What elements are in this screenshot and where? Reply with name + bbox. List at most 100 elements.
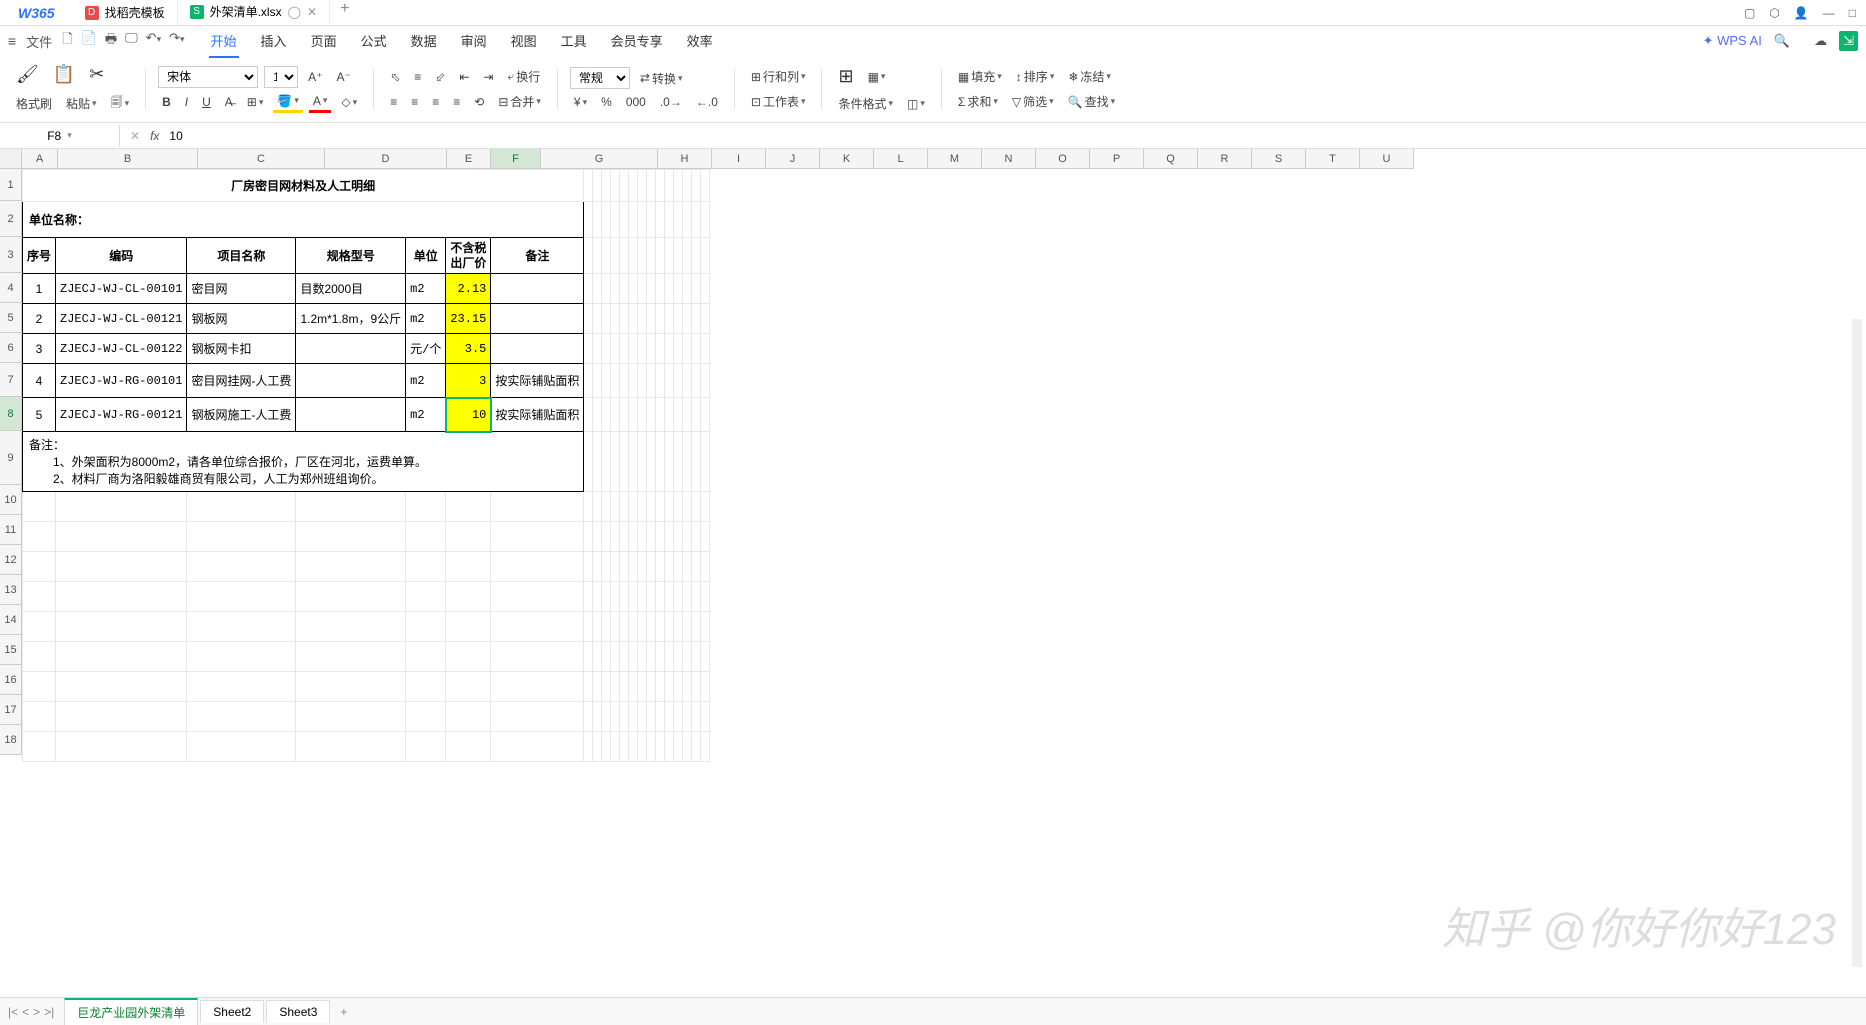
maximize-icon[interactable]: □	[1849, 6, 1856, 20]
cell[interactable]	[602, 364, 611, 398]
cell[interactable]	[647, 492, 656, 522]
font-color-button[interactable]: A▾	[309, 92, 332, 113]
cell[interactable]	[296, 398, 406, 432]
clear-format-button[interactable]: ◇▾	[337, 93, 361, 111]
underline-button[interactable]: U	[198, 93, 215, 111]
cell[interactable]	[683, 702, 692, 732]
cell[interactable]	[23, 492, 56, 522]
cell[interactable]	[638, 238, 647, 274]
cell[interactable]	[187, 612, 296, 642]
cell[interactable]	[593, 202, 602, 238]
cell[interactable]	[620, 432, 629, 492]
ribbon-tab-data[interactable]: 数据	[409, 25, 439, 58]
cell[interactable]	[620, 364, 629, 398]
border-button[interactable]: ⊞▾	[243, 93, 268, 111]
row-header-11[interactable]: 11	[0, 515, 22, 545]
new-icon[interactable]: 🗋	[62, 30, 72, 52]
cell[interactable]	[611, 552, 620, 582]
cell[interactable]	[665, 522, 674, 552]
cell[interactable]	[602, 612, 611, 642]
cell[interactable]	[674, 304, 683, 334]
cell[interactable]	[656, 732, 665, 762]
cell[interactable]	[296, 642, 406, 672]
cell[interactable]	[692, 202, 701, 238]
cell[interactable]	[656, 304, 665, 334]
doc-tab-current[interactable]: S 外架清单.xlsx ◯ ✕	[178, 0, 331, 25]
cell[interactable]	[593, 672, 602, 702]
cell[interactable]: 4	[23, 364, 56, 398]
cell[interactable]	[656, 672, 665, 702]
cell[interactable]	[683, 274, 692, 304]
cell[interactable]	[602, 398, 611, 432]
doc-tab-templates[interactable]: D 找稻壳模板	[73, 0, 178, 25]
cell[interactable]	[701, 552, 710, 582]
ribbon-tab-insert[interactable]: 插入	[259, 25, 289, 58]
save-icon[interactable]: 📄	[81, 30, 97, 52]
cell[interactable]	[491, 642, 584, 672]
cell[interactable]	[665, 274, 674, 304]
cell[interactable]: 2.13	[446, 274, 491, 304]
cell[interactable]	[491, 702, 584, 732]
grow-font-button[interactable]: A⁺	[304, 68, 326, 86]
cell[interactable]	[593, 334, 602, 364]
col-header-J[interactable]: J	[766, 149, 820, 169]
cell[interactable]: ZJECJ-WJ-RG-00121	[56, 398, 187, 432]
cell[interactable]	[674, 522, 683, 552]
cell[interactable]	[620, 202, 629, 238]
cell[interactable]	[491, 552, 584, 582]
row-header-8[interactable]: 8	[0, 397, 22, 431]
cell[interactable]	[629, 364, 638, 398]
cell[interactable]	[602, 642, 611, 672]
cell[interactable]	[491, 304, 584, 334]
cell[interactable]	[692, 702, 701, 732]
cell[interactable]	[701, 612, 710, 642]
cell[interactable]: 单位名称：	[23, 202, 584, 238]
cell[interactable]	[296, 552, 406, 582]
cell[interactable]	[638, 170, 647, 202]
cell[interactable]	[620, 238, 629, 274]
cell[interactable]	[629, 274, 638, 304]
row-header-18[interactable]: 18	[0, 725, 22, 755]
cell[interactable]	[629, 334, 638, 364]
cell[interactable]	[638, 672, 647, 702]
cell[interactable]	[701, 170, 710, 202]
cell[interactable]	[446, 672, 491, 702]
cell[interactable]	[647, 364, 656, 398]
cell[interactable]	[683, 672, 692, 702]
cell[interactable]: 5	[23, 398, 56, 432]
cell[interactable]	[406, 522, 446, 552]
avatar-icon[interactable]: 👤	[1794, 6, 1809, 20]
cell[interactable]	[187, 702, 296, 732]
cell[interactable]	[665, 552, 674, 582]
cell[interactable]	[683, 170, 692, 202]
cell[interactable]	[611, 398, 620, 432]
cell[interactable]	[701, 274, 710, 304]
wps-ai-button[interactable]: ✦ WPS AI	[1703, 33, 1762, 49]
col-header-H[interactable]: H	[658, 149, 712, 169]
hamburger-icon[interactable]: ≡	[8, 33, 16, 49]
wrap-button[interactable]: ⤶ 换行	[503, 66, 544, 87]
cell[interactable]	[647, 612, 656, 642]
cell[interactable]: 钢板网	[187, 304, 296, 334]
cell[interactable]: 10	[446, 398, 491, 432]
cell[interactable]	[593, 274, 602, 304]
cell[interactable]: 序号	[23, 238, 56, 274]
fill-color-button[interactable]: 🪣▾	[273, 92, 302, 113]
cell[interactable]	[23, 522, 56, 552]
cell[interactable]	[602, 202, 611, 238]
cell[interactable]	[629, 642, 638, 672]
cell[interactable]	[296, 364, 406, 398]
row-header-7[interactable]: 7	[0, 363, 22, 397]
cell[interactable]	[656, 334, 665, 364]
number-format-select[interactable]: 常规	[570, 67, 630, 89]
cell[interactable]	[406, 492, 446, 522]
cell[interactable]: 元/个	[406, 334, 446, 364]
dec-dec-button[interactable]: ←.0	[692, 93, 722, 111]
cell[interactable]	[296, 612, 406, 642]
col-header-P[interactable]: P	[1090, 149, 1144, 169]
cell[interactable]	[593, 364, 602, 398]
select-all-corner[interactable]	[0, 149, 22, 169]
cell[interactable]	[629, 492, 638, 522]
cell[interactable]	[584, 274, 593, 304]
cell[interactable]	[602, 732, 611, 762]
